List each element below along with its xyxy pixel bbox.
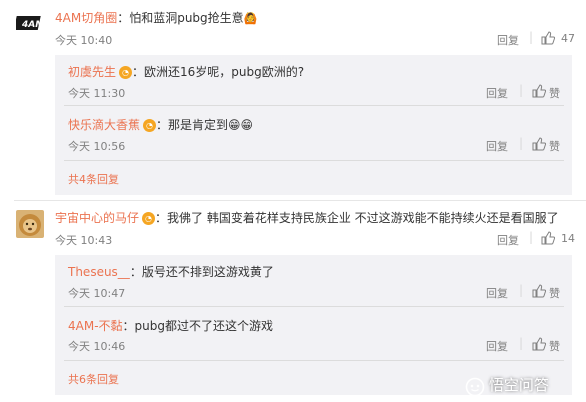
reply-text: ：pubg都过不了还这个游戏 xyxy=(122,319,273,333)
thumb-up-icon xyxy=(541,31,555,45)
comment-divider xyxy=(14,200,586,201)
reply-divider xyxy=(64,105,564,106)
like-count: 14 xyxy=(561,232,575,245)
like-label[interactable]: 赞 xyxy=(549,85,560,101)
divider-bar: | xyxy=(519,283,524,297)
thumb-up-icon xyxy=(532,284,546,298)
reply-button[interactable]: 回复 xyxy=(497,32,519,48)
watermark-text: 悟空问答 xyxy=(488,376,549,394)
reply-username[interactable]: 初虞先生 xyxy=(68,65,116,79)
like-button[interactable] xyxy=(541,31,555,45)
watermark: 悟空问答 xyxy=(465,374,549,397)
reply-text: ：那是肯定到 xyxy=(156,118,229,132)
divider-bar: | xyxy=(529,230,534,244)
emoji-icon: 🙆 xyxy=(243,12,258,25)
avatar[interactable]: 4AM xyxy=(16,10,44,38)
reply-username[interactable]: Theseus__ xyxy=(68,265,130,279)
reply-button[interactable]: 回复 xyxy=(486,338,508,354)
like-count: 47 xyxy=(561,32,575,45)
svg-text:4AM: 4AM xyxy=(21,20,44,30)
like-button[interactable] xyxy=(541,231,555,245)
wukong-logo-icon xyxy=(465,377,485,396)
reply-text: ：版号还不排到这游戏黄了 xyxy=(129,265,274,279)
user-badge-icon: ◔ xyxy=(142,212,156,225)
like-label[interactable]: 赞 xyxy=(549,285,560,301)
like-button[interactable] xyxy=(532,284,546,298)
reply-time: 今天 10:56 xyxy=(68,140,126,153)
reply-text: ：欧洲还16岁呢，pubg欧洲的? xyxy=(132,65,305,79)
comment-username[interactable]: 宇宙中心的马仔 xyxy=(55,211,139,225)
reply-time: 今天 10:47 xyxy=(68,287,126,300)
comment-text: ：我佛了 韩国变着花样支持民族企业 不过这游戏能不能持续火还是看国服了 xyxy=(155,211,559,225)
like-button[interactable] xyxy=(532,84,546,98)
view-more-replies-link[interactable]: 共4条回复 xyxy=(68,171,119,187)
divider-bar: | xyxy=(519,336,524,350)
divider-bar: | xyxy=(519,136,524,150)
thumb-up-icon xyxy=(532,84,546,98)
reply-button[interactable]: 回复 xyxy=(486,85,508,101)
comment-username[interactable]: 4AM切角圈 xyxy=(55,11,117,25)
comment-time: 今天 10:43 xyxy=(55,234,113,247)
view-more-replies-link[interactable]: 共6条回复 xyxy=(68,371,119,387)
user-badge-icon: ◔ xyxy=(119,66,133,79)
comment-time: 今天 10:40 xyxy=(55,34,113,47)
grin-emoji-icon: 😁😁 xyxy=(228,118,254,132)
like-button[interactable] xyxy=(532,337,546,351)
like-label[interactable]: 赞 xyxy=(549,138,560,154)
divider-bar: | xyxy=(529,30,534,44)
reply-button[interactable]: 回复 xyxy=(497,232,519,248)
thumb-up-icon xyxy=(532,137,546,151)
thumb-up-icon xyxy=(541,231,555,245)
reply-button[interactable]: 回复 xyxy=(486,138,508,154)
comment-text: ：怕和蓝洞pubg抢生意 xyxy=(117,11,244,25)
reply-username[interactable]: 4AM-不黏 xyxy=(68,319,123,333)
thumb-up-icon xyxy=(532,337,546,351)
user-badge-icon: ◔ xyxy=(143,119,157,132)
avatar-lion-image xyxy=(16,210,44,238)
reply-time: 今天 10:46 xyxy=(68,340,126,353)
like-label[interactable]: 赞 xyxy=(549,338,560,354)
reply-divider xyxy=(64,306,564,307)
like-button[interactable] xyxy=(532,137,546,151)
reply-divider xyxy=(64,360,564,361)
reply-time: 今天 11:30 xyxy=(68,87,126,100)
avatar[interactable] xyxy=(16,210,44,238)
reply-button[interactable]: 回复 xyxy=(486,285,508,301)
reply-divider xyxy=(64,160,564,161)
reply-username[interactable]: 快乐滴大香蕉 xyxy=(68,118,140,132)
avatar-4am-logo: 4AM xyxy=(16,16,44,30)
divider-bar: | xyxy=(519,83,524,97)
